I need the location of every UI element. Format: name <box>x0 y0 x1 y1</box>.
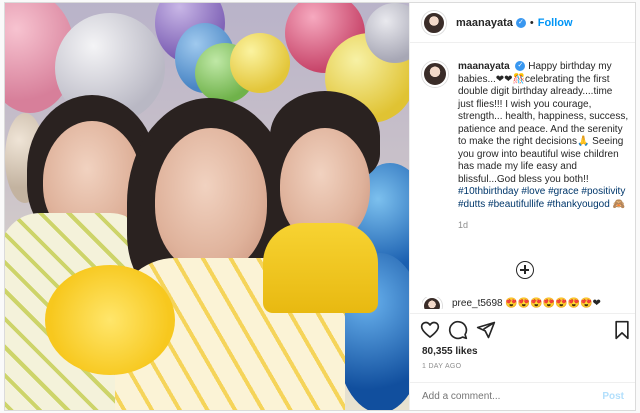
plus-circle-icon[interactable] <box>516 261 534 279</box>
caption-text: Happy birthday my babies...❤❤🎊celebratin… <box>458 61 629 185</box>
verified-badge-icon: ✓ <box>515 61 526 72</box>
comment-icon[interactable] <box>448 320 468 340</box>
author-avatar[interactable] <box>422 10 446 35</box>
share-icon[interactable] <box>476 320 496 340</box>
comment-item: pree_t5698 😍😍😍😍😍😍😍❤ <box>422 297 634 309</box>
caption-age: 1d <box>458 220 469 230</box>
boy-shirt <box>263 223 378 313</box>
post-side-panel: maanayata ✓ • Follow maanayata ✓ Happy b… <box>409 3 635 410</box>
follow-button[interactable]: Follow <box>538 17 573 29</box>
post-date: 1 DAY AGO <box>422 363 462 370</box>
add-comment-bar: Post <box>410 382 635 410</box>
action-icons <box>420 320 630 342</box>
commenter-avatar[interactable] <box>422 297 442 309</box>
author-username[interactable]: maanayata <box>456 17 513 29</box>
heart-icon[interactable] <box>420 320 440 340</box>
post-comment-button[interactable]: Post <box>602 391 624 402</box>
post-photo[interactable] <box>5 3 409 410</box>
separator-dot: • <box>529 16 534 29</box>
caption-username[interactable]: maanayata <box>458 61 510 72</box>
yellow-feather-boa <box>45 265 175 375</box>
caption-avatar[interactable] <box>422 61 448 87</box>
instagram-post: maanayata ✓ • Follow maanayata ✓ Happy b… <box>4 2 636 411</box>
likes-count[interactable]: 80,355 likes <box>422 346 478 357</box>
comment-text: pree_t5698 😍😍😍😍😍😍😍❤ <box>452 297 601 309</box>
post-header: maanayata ✓ • Follow <box>410 3 635 43</box>
caption-hashtags[interactable]: #10thbirthday #love #grace #positivity #… <box>458 186 625 210</box>
comment-input[interactable] <box>422 391 582 402</box>
bookmark-icon[interactable] <box>612 320 632 340</box>
post-caption: maanayata ✓ Happy birthday my babies...❤… <box>422 61 634 232</box>
woman-face <box>155 128 267 273</box>
verified-badge-icon: ✓ <box>515 17 526 28</box>
post-actions: 80,355 likes 1 DAY AGO Post <box>410 313 635 410</box>
balloon <box>230 33 290 93</box>
caption-body: maanayata ✓ Happy birthday my babies...❤… <box>458 61 630 232</box>
